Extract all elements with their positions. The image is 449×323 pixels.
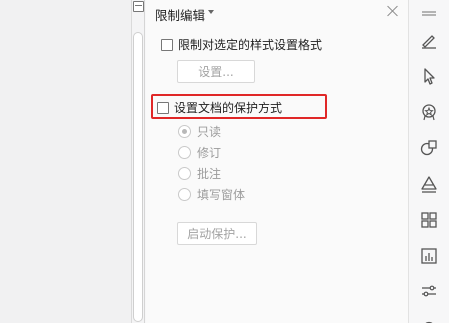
bar-chart-icon[interactable]: [419, 246, 439, 266]
grid-icon[interactable]: [419, 210, 439, 230]
radio-button[interactable]: [178, 125, 191, 138]
right-toolbar: [409, 0, 449, 323]
radio-button[interactable]: [178, 146, 191, 159]
radio-button[interactable]: [178, 188, 191, 201]
toolbar-more-icon[interactable]: [419, 314, 439, 323]
vertical-scrollbar[interactable]: [131, 0, 145, 323]
format-restrict-checkbox[interactable]: [161, 38, 173, 51]
cursor-icon[interactable]: [419, 66, 439, 86]
pen-icon[interactable]: [419, 30, 439, 50]
protection-label: 设置文档的保护方式: [174, 101, 283, 115]
protection-checkbox[interactable]: [157, 101, 169, 114]
radio-button[interactable]: [178, 167, 191, 180]
radio-label: 填写窗体: [197, 188, 246, 202]
radio-comment[interactable]: 批注: [178, 165, 221, 182]
chevron-down-icon[interactable]: [208, 10, 214, 14]
radio-readonly[interactable]: 只读: [178, 123, 221, 140]
award-icon[interactable]: [419, 102, 439, 122]
radio-label: 修订: [197, 146, 222, 160]
close-icon[interactable]: [386, 4, 400, 18]
document-area: [0, 0, 131, 323]
format-restrict-label: 限制对选定的样式设置格式: [178, 38, 323, 52]
protection-option[interactable]: 设置文档的保护方式: [157, 99, 282, 116]
radio-revision[interactable]: 修订: [178, 144, 221, 161]
radio-label: 只读: [197, 125, 222, 139]
shapes-icon[interactable]: [419, 138, 439, 158]
settings-button[interactable]: 设置...: [177, 60, 255, 83]
scroll-up-icon[interactable]: [133, 1, 144, 12]
scrollbar-thumb[interactable]: [133, 32, 143, 322]
layers-icon[interactable]: [419, 174, 439, 194]
panel-title[interactable]: 限制编辑: [155, 5, 205, 24]
radio-label: 批注: [197, 167, 222, 181]
format-restrict-option[interactable]: 限制对选定的样式设置格式: [161, 36, 322, 53]
radio-fill-form[interactable]: 填写窗体: [178, 186, 245, 203]
restrict-edit-panel: 限制编辑 限制对选定的样式设置格式 设置... 设置文档的保护方式 只读 修订 …: [146, 0, 409, 323]
settings-sliders-icon[interactable]: [419, 282, 439, 302]
start-protection-button[interactable]: 启动保护...: [177, 222, 257, 245]
toolbar-top-icon[interactable]: [419, 3, 439, 16]
